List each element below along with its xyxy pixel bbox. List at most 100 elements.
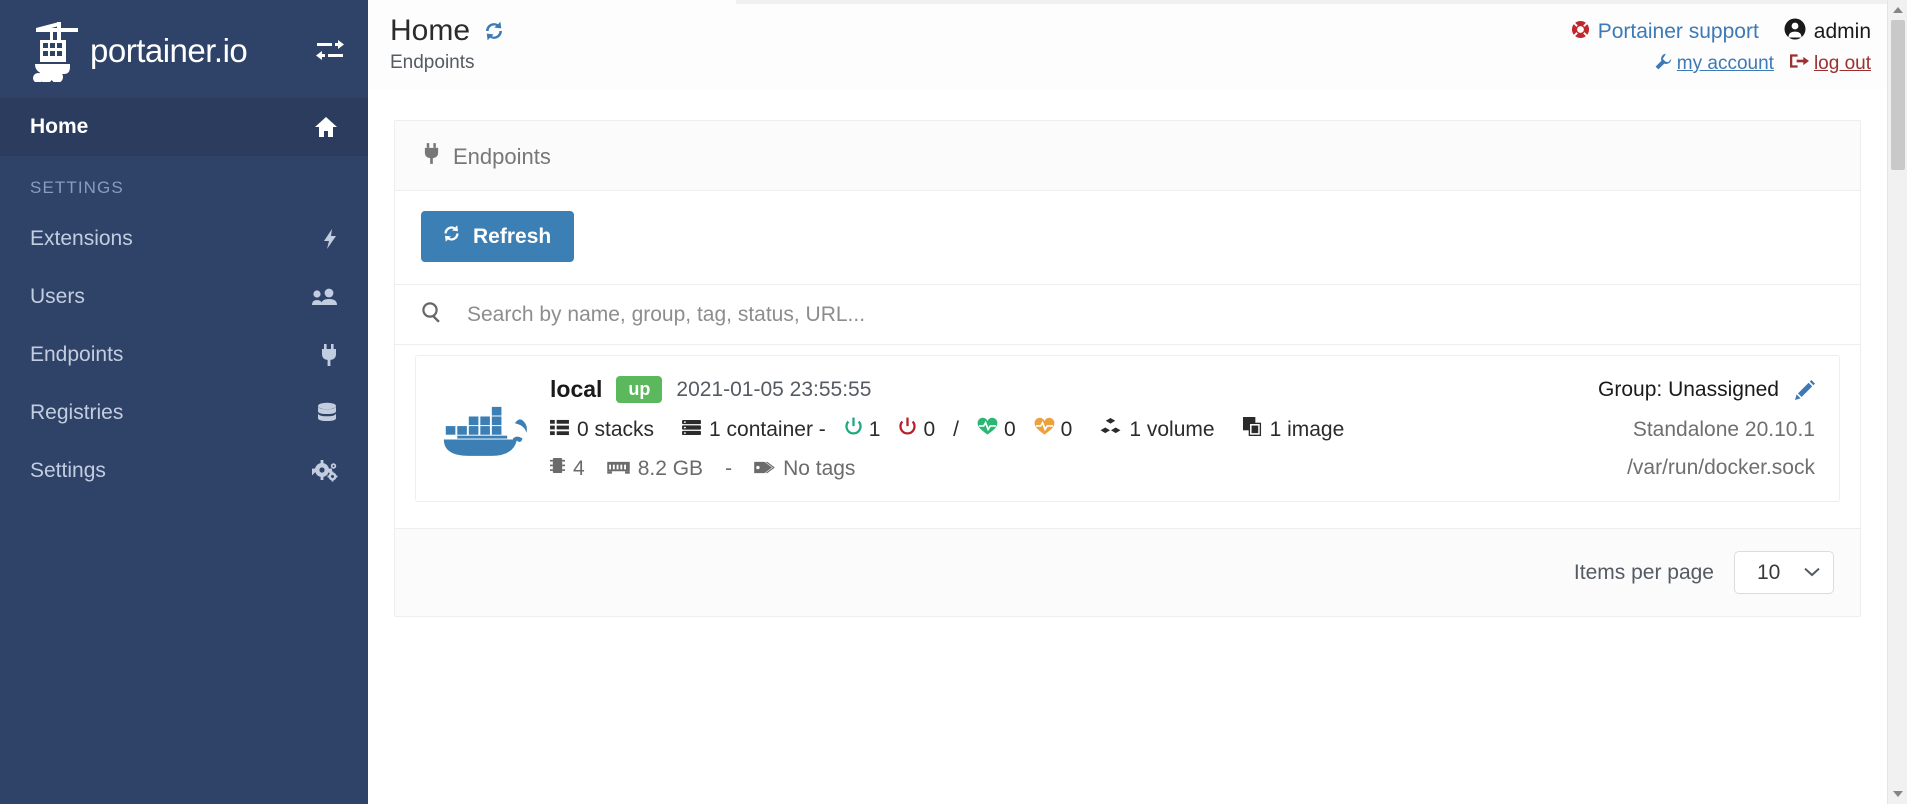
my-account-label: my account: [1676, 53, 1774, 74]
tags-icon: [754, 457, 775, 481]
stat-volumes-label: 1 volume: [1129, 417, 1215, 441]
main-content: Home Endpoints Portainer support admin m…: [368, 0, 1907, 804]
user-area: Portainer support admin my account log o…: [1571, 14, 1871, 76]
scroll-down-arrow-icon[interactable]: [1888, 784, 1907, 804]
panel-toolbar: Refresh: [395, 191, 1860, 284]
stat-memory: 8.2 GB: [606, 456, 704, 481]
stat-stopped-count: 0: [923, 417, 936, 441]
stat-stopped: 0: [898, 417, 935, 442]
stat-cpu-value: 4: [573, 456, 585, 480]
window-top-strip: [736, 0, 1887, 4]
endpoints-list: local up 2021-01-05 23:55:55 0 stacks 1 …: [395, 345, 1860, 528]
sidebar-item-label: Extensions: [30, 227, 133, 250]
wrench-icon: [1655, 53, 1672, 76]
heartbeat-icon: [1034, 417, 1055, 442]
my-account-link[interactable]: my account: [1655, 53, 1774, 76]
stat-volumes: 1 volume: [1100, 417, 1215, 442]
life-ring-icon: [1571, 20, 1590, 45]
sidebar-item-label: Registries: [30, 401, 124, 424]
stat-stacks: 0 stacks: [550, 418, 654, 442]
sidebar-item-users[interactable]: Users: [0, 268, 368, 326]
endpoint-card[interactable]: local up 2021-01-05 23:55:55 0 stacks 1 …: [415, 355, 1840, 502]
users-icon: [308, 288, 338, 306]
stat-memory-value: 8.2 GB: [637, 456, 704, 480]
portainer-app: portainer.io Home SETTINGS Extensions Us…: [0, 0, 1907, 804]
heartbeat-icon: [977, 417, 998, 442]
search-icon: [421, 301, 443, 328]
endpoint-meta-row: 4 8.2 GB - No tags: [550, 456, 1525, 481]
stat-tags-label: No tags: [783, 456, 856, 480]
sign-out-icon: [1789, 52, 1809, 76]
sidebar: portainer.io Home SETTINGS Extensions Us…: [0, 0, 368, 804]
pencil-icon[interactable]: [1795, 380, 1815, 400]
sidebar-item-extensions[interactable]: Extensions: [0, 210, 368, 268]
stat-images-label: 1 image: [1269, 417, 1345, 441]
endpoint-side-info: Group: Unassigned Standalone 20.10.1 /va…: [1525, 376, 1815, 480]
stat-tags: No tags: [754, 457, 855, 481]
sidebar-item-registries[interactable]: Registries: [0, 384, 368, 442]
stat-unhealthy-count: 0: [1060, 417, 1073, 441]
items-per-page-select[interactable]: 10: [1734, 551, 1834, 594]
scrollbar-thumb[interactable]: [1891, 20, 1905, 170]
content-area: Endpoints Refresh Search by name, group,…: [368, 90, 1907, 617]
status-badge: up: [616, 376, 663, 403]
microchip-icon: [550, 456, 565, 481]
scroll-up-arrow-icon[interactable]: [1888, 0, 1907, 20]
plug-icon: [308, 344, 338, 366]
endpoint-group-row: Group: Unassigned: [1525, 378, 1815, 402]
endpoint-stats-row: 0 stacks 1 container - 1 0 / 0 0 1 volum…: [550, 417, 1525, 442]
panel-body: Refresh Search by name, group, tag, stat…: [395, 191, 1860, 616]
search-row: [395, 284, 1860, 345]
refresh-button[interactable]: Refresh: [421, 211, 575, 262]
portainer-support-link[interactable]: Portainer support: [1571, 20, 1759, 45]
meta-separator: -: [725, 456, 733, 480]
endpoint-engine-version: Standalone 20.10.1: [1632, 418, 1815, 441]
portainer-support-label: Portainer support: [1597, 20, 1759, 43]
endpoints-panel: Endpoints Refresh Search by name, group,…: [394, 120, 1861, 617]
page-scrollbar[interactable]: [1887, 0, 1907, 804]
stat-running: 1: [844, 417, 880, 442]
refresh-button-label: Refresh: [473, 224, 552, 248]
items-per-page-wrap: 10: [1734, 551, 1834, 594]
logout-link[interactable]: log out: [1789, 52, 1871, 76]
th-list-icon: [550, 418, 569, 442]
sidebar-item-label: Home: [30, 115, 89, 138]
topbar: Home Endpoints Portainer support admin m…: [368, 0, 1907, 90]
portainer-crane-logo: [30, 20, 88, 83]
memory-icon: [606, 457, 630, 481]
collapse-sidebar-icon[interactable]: [316, 39, 344, 63]
clone-icon: [1242, 417, 1262, 442]
endpoint-title-row: local up 2021-01-05 23:55:55: [550, 376, 1525, 403]
endpoint-info: local up 2021-01-05 23:55:55 0 stacks 1 …: [544, 376, 1525, 481]
endpoint-name: local: [550, 376, 603, 402]
breadcrumb: Endpoints: [390, 52, 475, 73]
server-icon: [682, 418, 701, 442]
sidebar-item-home[interactable]: Home: [0, 98, 368, 156]
endpoint-socket-url: /var/run/docker.sock: [1627, 456, 1815, 479]
page-title: Home: [390, 14, 1571, 48]
sidebar-item-label: Users: [30, 285, 85, 308]
cogs-icon: [308, 460, 338, 482]
stat-healthy: 0: [977, 417, 1016, 442]
sidebar-brand[interactable]: portainer.io: [0, 4, 368, 98]
panel-header: Endpoints: [395, 121, 1860, 191]
user-menu[interactable]: admin: [1784, 18, 1871, 46]
brand-name: portainer.io: [90, 32, 248, 69]
sync-refresh-icon: [441, 223, 462, 250]
search-input[interactable]: [465, 301, 1834, 328]
bolt-icon: [308, 228, 338, 250]
sidebar-item-label: Endpoints: [30, 343, 124, 366]
sidebar-item-endpoints[interactable]: Endpoints: [0, 326, 368, 384]
stat-separator: /: [953, 417, 959, 441]
database-icon: [308, 402, 338, 424]
user-circle-icon: [1784, 18, 1806, 46]
endpoint-group-label: Group: Unassigned: [1598, 378, 1779, 401]
home-icon: [308, 116, 338, 138]
sync-refresh-icon[interactable]: [482, 19, 506, 43]
endpoint-timestamp: 2021-01-05 23:55:55: [676, 377, 872, 401]
sidebar-item-settings[interactable]: Settings: [0, 442, 368, 500]
panel-title: Endpoints: [453, 143, 551, 169]
stat-images: 1 image: [1242, 417, 1345, 442]
logout-label: log out: [1813, 53, 1871, 74]
docker-whale-logo: [440, 376, 544, 465]
